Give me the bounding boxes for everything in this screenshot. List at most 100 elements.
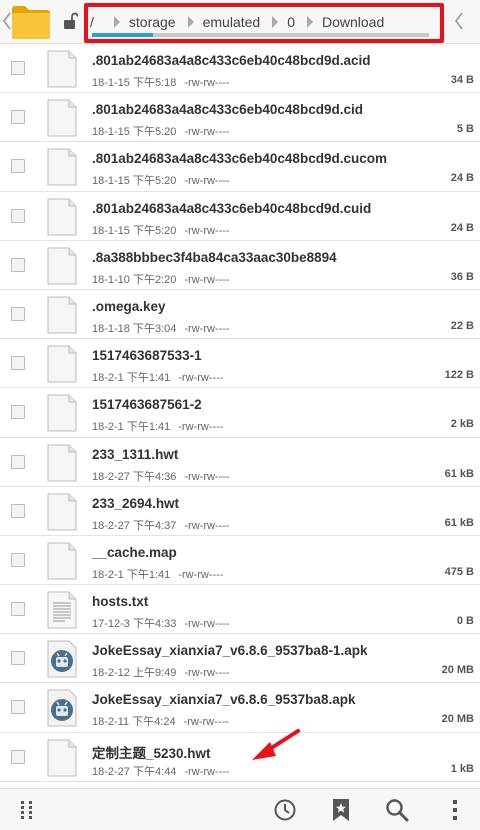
file-permissions: -rw-rw----	[184, 175, 230, 188]
file-permissions: -rw-rw----	[184, 224, 230, 237]
search-icon[interactable]	[384, 797, 410, 823]
history-icon[interactable]	[272, 797, 298, 823]
file-meta: 17-12-3 下午4:33 -rw-rw----	[92, 615, 230, 631]
file-meta: 18-2-1 下午1:41 -rw-rw----	[92, 566, 223, 582]
file-row[interactable]: 定制主题_5230.hwt 18-2-27 下午4:44 -rw-rw---- 1 k…	[0, 733, 480, 782]
file-row[interactable]: JokeEssay_xianxia7_v6.8.6_9537ba8.apk 18-…	[0, 683, 480, 733]
file-size: 122 B	[444, 369, 474, 382]
file-checkbox[interactable]	[11, 602, 25, 617]
file-row[interactable]: .801ab24683a4a8c433c6eb40c48bcd9d.acid 18…	[0, 44, 480, 94]
file-permissions: -rw-rw----	[184, 667, 230, 680]
file-checkbox[interactable]	[11, 749, 25, 764]
file-size: 20 MB	[441, 713, 474, 726]
document-icon	[47, 148, 77, 186]
file-row[interactable]: .801ab24683a4a8c433c6eb40c48bcd9d.cid 18-…	[0, 93, 480, 143]
file-meta: 18-1-15 下午5:20 -rw-rw----	[92, 222, 230, 238]
more-vert-icon[interactable]	[442, 797, 468, 823]
file-date: 18-1-15 下午5:20	[92, 126, 177, 139]
file-permissions: -rw-rw----	[184, 519, 230, 532]
file-size: 61 kB	[444, 516, 474, 529]
file-checkbox[interactable]	[11, 61, 25, 75]
file-row[interactable]: 233_1311.hwt 18-2-27 下午4:36 -rw-rw---- 61 k…	[0, 438, 480, 487]
file-checkbox[interactable]	[11, 454, 25, 469]
file-name: 1517463687533-1	[92, 348, 202, 364]
text-file-icon	[47, 591, 77, 629]
file-checkbox[interactable]	[11, 306, 25, 321]
file-date: 18-2-1 下午1:41	[92, 421, 171, 434]
file-checkbox[interactable]	[11, 356, 25, 371]
file-name: .801ab24683a4a8c433c6eb40c48bcd9d.acid	[92, 53, 371, 68]
file-size: 475 B	[444, 565, 474, 578]
file-name: 233_1311.hwt	[92, 446, 179, 462]
file-permissions: -rw-rw----	[183, 716, 229, 729]
file-name: .omega.key	[92, 298, 166, 314]
file-date: 18-1-15 下午5:20	[92, 224, 177, 237]
document-icon	[47, 296, 77, 334]
file-permissions: -rw-rw----	[184, 322, 230, 335]
file-row[interactable]: 1517463687533-1 18-2-1 下午1:41 -rw-rw---- 12…	[0, 339, 480, 389]
file-meta: 18-1-15 下午5:20 -rw-rw----	[92, 172, 230, 188]
file-size: 1 kB	[450, 762, 474, 775]
file-date: 17-12-3 下午4:33	[92, 618, 177, 631]
file-checkbox[interactable]	[11, 257, 25, 272]
file-checkbox[interactable]	[11, 208, 25, 223]
document-icon	[47, 394, 77, 432]
file-size: 2 kB	[450, 418, 474, 431]
file-date: 18-1-15 下午5:18	[92, 77, 177, 89]
file-size: 36 B	[450, 270, 474, 283]
file-date: 18-2-27 下午4:36	[92, 470, 177, 483]
file-row[interactable]: 1517463687561-2 18-2-1 下午1:41 -rw-rw---- 2 …	[0, 388, 480, 438]
file-row[interactable]: hosts.txt 17-12-3 下午4:33 -rw-rw---- 0 B	[0, 585, 480, 635]
folder-icon[interactable]	[11, 4, 51, 40]
file-meta: 18-2-27 下午4:44 -rw-rw----	[92, 763, 230, 779]
file-checkbox[interactable]	[11, 503, 25, 518]
file-row[interactable]: 233_2694.hwt 18-2-27 下午4:37 -rw-rw---- 61 k…	[0, 487, 480, 536]
file-meta: 18-1-15 下午5:18 -rw-rw----	[92, 74, 230, 90]
file-row[interactable]: .801ab24683a4a8c433c6eb40c48bcd9d.cucom 1…	[0, 142, 480, 192]
bookmark-icon[interactable]	[328, 797, 354, 823]
file-meta: 18-1-18 下午3:04 -rw-rw----	[92, 320, 230, 336]
file-row[interactable]: JokeEssay_xianxia7_v6.8.6_9537ba8-1.apk 1…	[0, 634, 480, 684]
unlock-icon[interactable]	[62, 12, 78, 30]
file-name: .801ab24683a4a8c433c6eb40c48bcd9d.cucom	[92, 151, 387, 167]
file-size: 61 kB	[444, 467, 474, 480]
file-size: 24 B	[450, 221, 474, 234]
file-date: 18-1-18 下午3:04	[92, 322, 177, 335]
file-date: 18-2-27 下午4:44	[92, 765, 177, 778]
file-name: __cache.map	[92, 544, 177, 560]
drag-handle-icon[interactable]	[14, 797, 40, 823]
file-checkbox[interactable]	[11, 651, 25, 666]
file-date: 18-2-11 下午4:24	[92, 716, 176, 729]
file-checkbox[interactable]	[11, 110, 25, 125]
file-size: 34 B	[450, 74, 474, 86]
chevron-left-icon[interactable]	[454, 11, 464, 31]
file-date: 18-2-1 下午1:41	[92, 372, 171, 385]
file-row[interactable]: .8a388bbbec3f4ba84ca33aac30be8894 18-1-10…	[0, 241, 480, 290]
file-permissions: -rw-rw----	[184, 765, 230, 778]
file-meta: 18-2-1 下午1:41 -rw-rw----	[92, 418, 223, 434]
document-icon	[47, 739, 77, 777]
file-name: 233_2694.hwt	[92, 495, 180, 511]
file-date: 18-2-1 下午1:41	[92, 568, 171, 581]
file-size: 22 B	[450, 319, 474, 332]
file-size: 20 MB	[441, 664, 474, 677]
file-checkbox[interactable]	[11, 552, 25, 567]
document-icon	[47, 345, 77, 383]
file-checkbox[interactable]	[11, 159, 25, 174]
file-meta: 18-2-11 下午4:24 -rw-rw----	[92, 713, 229, 729]
file-name: JokeEssay_xianxia7_v6.8.6_9537ba8.apk	[92, 692, 356, 708]
file-checkbox[interactable]	[11, 405, 25, 420]
file-row[interactable]: .omega.key 18-1-18 下午3:04 -rw-rw---- 22 B	[0, 290, 480, 340]
file-size: 0 B	[456, 615, 474, 628]
document-icon	[47, 444, 77, 481]
file-row[interactable]: __cache.map 18-2-1 下午1:41 -rw-rw---- 475 B	[0, 536, 480, 586]
document-icon	[47, 247, 77, 285]
file-permissions: -rw-rw----	[184, 77, 230, 89]
file-name: 1517463687561-2	[92, 397, 202, 413]
file-row[interactable]: .801ab24683a4a8c433c6eb40c48bcd9d.cuid 18…	[0, 192, 480, 241]
file-list: .801ab24683a4a8c433c6eb40c48bcd9d.acid 18…	[0, 44, 480, 782]
file-permissions: -rw-rw----	[184, 273, 230, 286]
file-checkbox[interactable]	[11, 700, 25, 715]
file-meta: 18-2-12 上午9:49 -rw-rw----	[92, 664, 230, 680]
path-bar: / storage emulated 0 Download	[0, 0, 480, 44]
